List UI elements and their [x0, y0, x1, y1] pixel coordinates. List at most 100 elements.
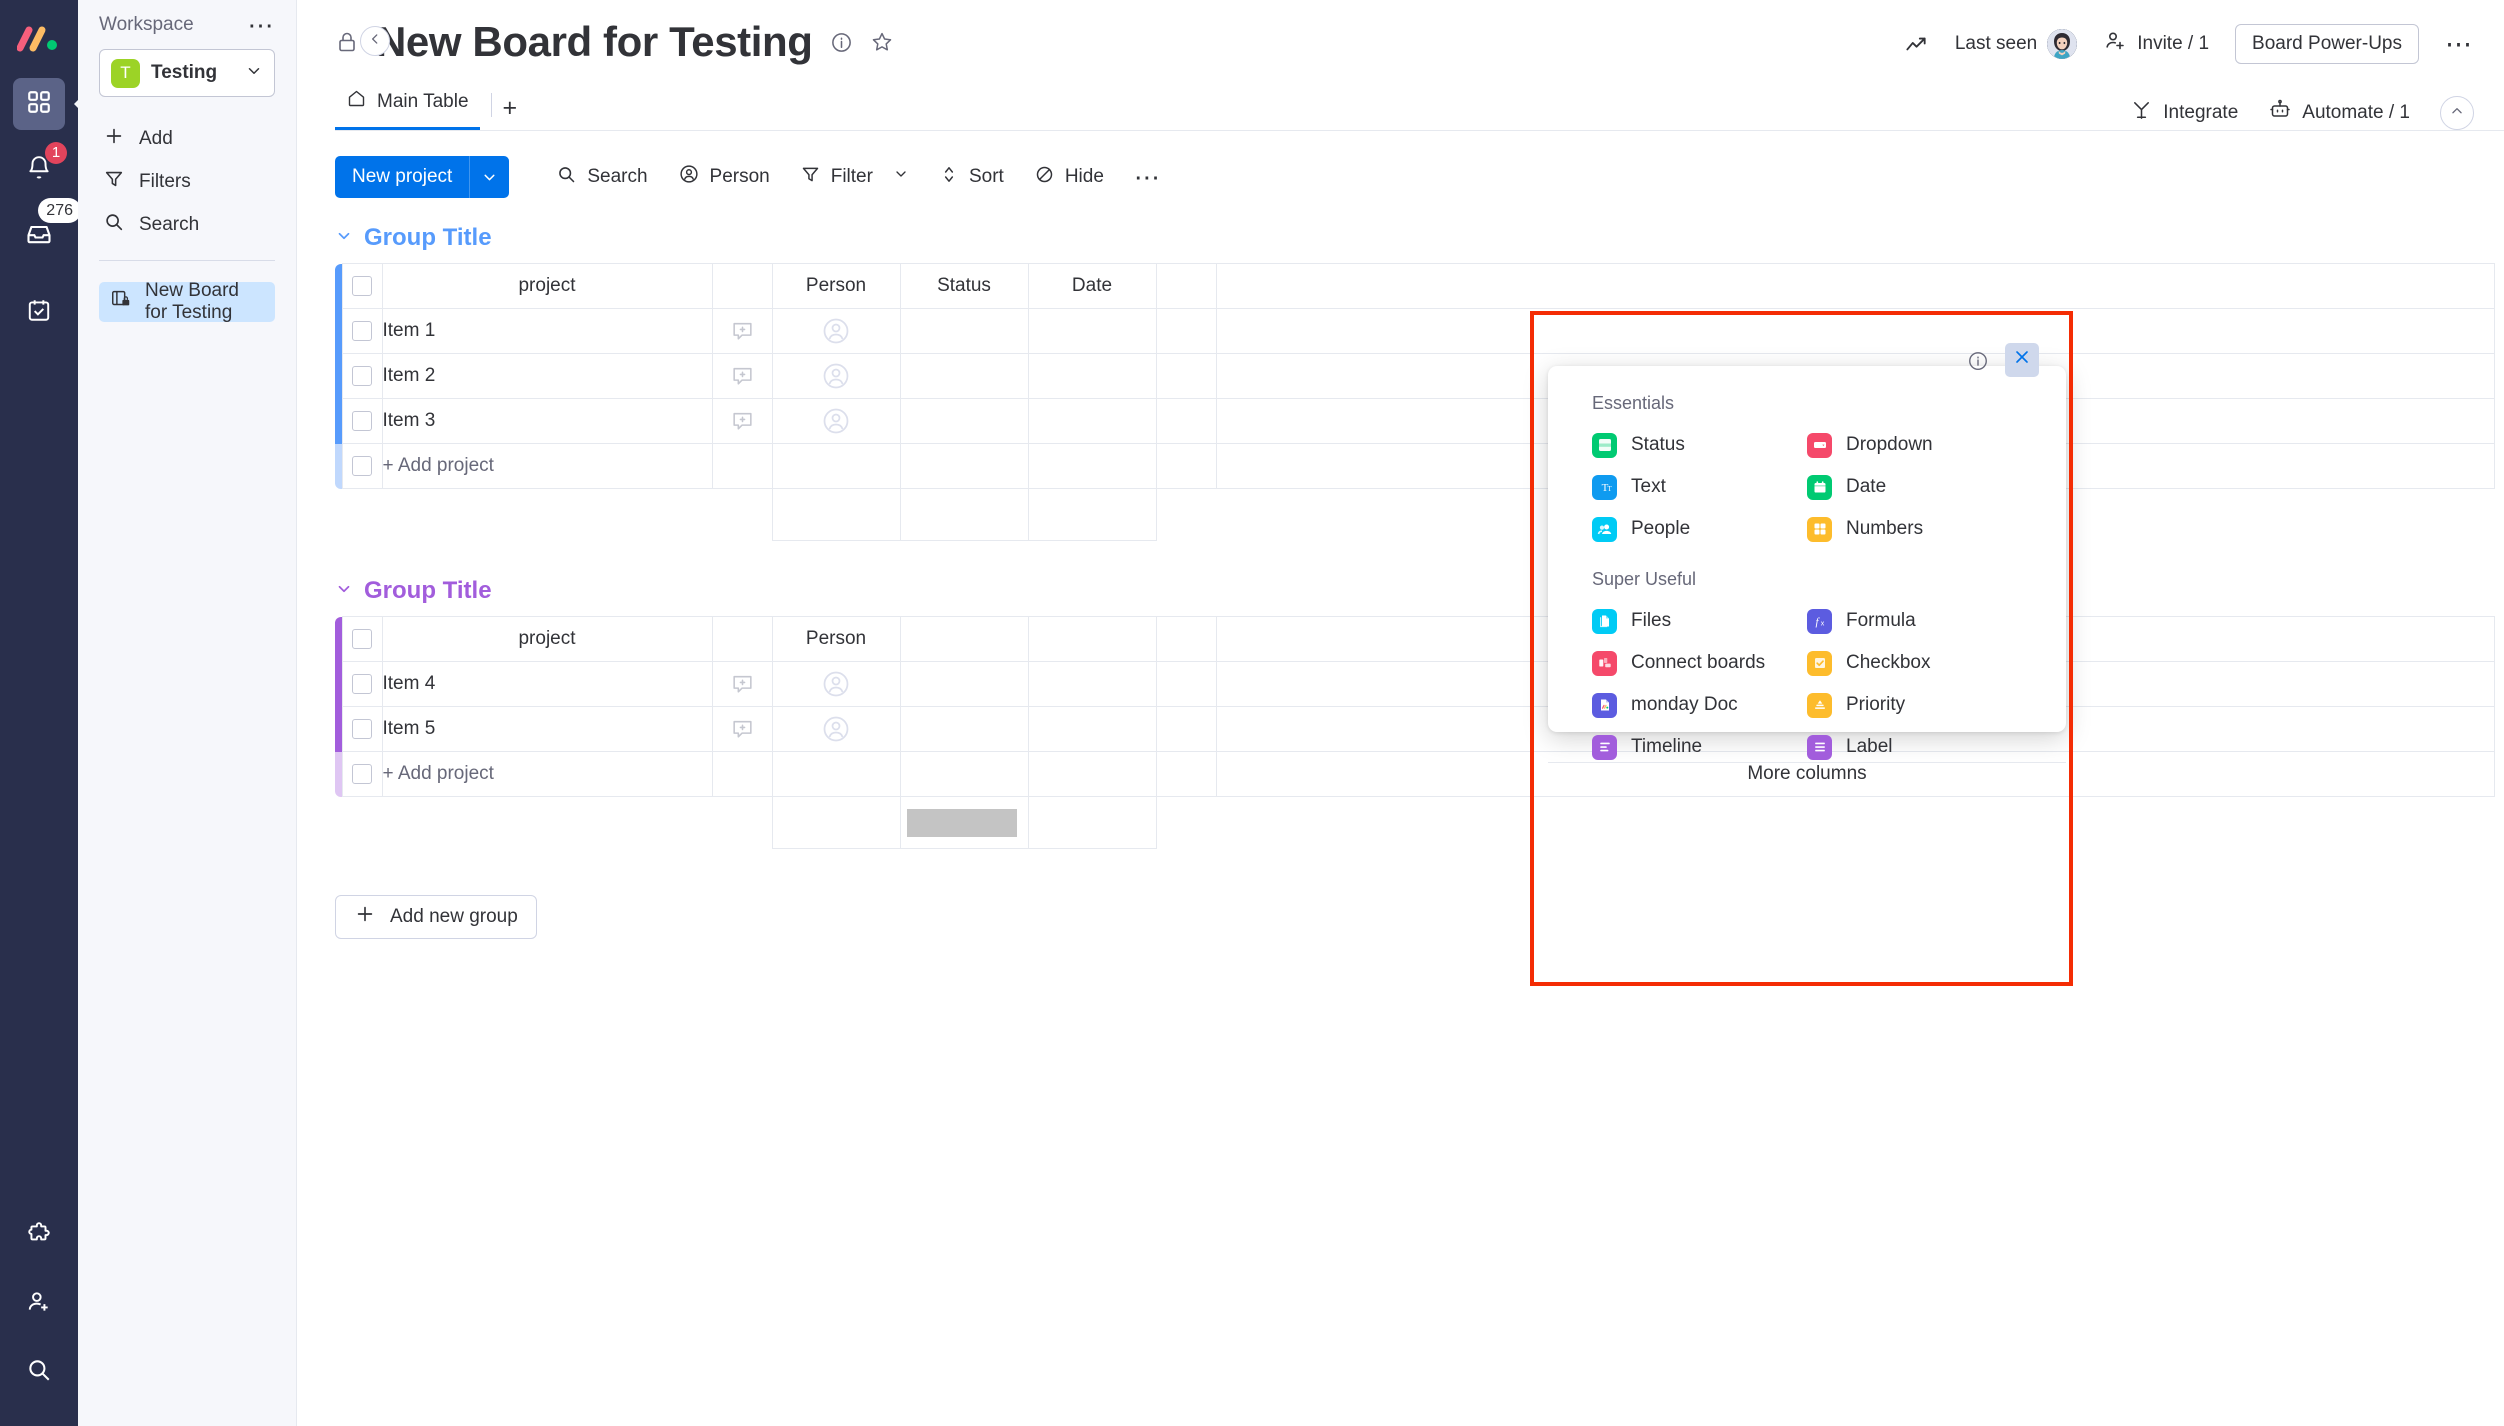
- sidebar-item-add[interactable]: Add: [99, 120, 275, 157]
- toolbar-person-button[interactable]: Person: [665, 158, 783, 196]
- column-type-dropdown[interactable]: Dropdown: [1807, 430, 2022, 460]
- person-placeholder-icon[interactable]: [773, 355, 900, 398]
- rail-item-apps-grid[interactable]: [13, 78, 65, 130]
- add-project-button[interactable]: + Add project: [381, 751, 713, 797]
- column-type-status[interactable]: Status: [1592, 430, 1807, 460]
- person-cell[interactable]: [771, 706, 901, 752]
- rail-item-notifications[interactable]: 1: [13, 142, 67, 196]
- add-column-button[interactable]: [1155, 616, 1217, 662]
- rail-item-search[interactable]: [13, 1346, 65, 1398]
- date-cell[interactable]: [1027, 353, 1157, 399]
- row-checkbox[interactable]: [352, 764, 372, 784]
- new-project-button[interactable]: New project: [335, 156, 510, 198]
- person-placeholder-icon[interactable]: [773, 310, 900, 353]
- chevron-down-icon[interactable]: [893, 166, 909, 188]
- column-type-connect-boards[interactable]: Connect boards: [1592, 648, 1807, 678]
- item-name[interactable]: Item 2: [381, 353, 713, 399]
- select-all-checkbox[interactable]: [352, 629, 372, 649]
- item-name[interactable]: Item 5: [381, 706, 713, 752]
- more-dots-icon[interactable]: ⋯: [2445, 31, 2474, 58]
- column-type-numbers[interactable]: Numbers: [1807, 514, 2022, 544]
- info-circle-icon[interactable]: [1967, 350, 1989, 377]
- add-row[interactable]: + Add project: [335, 751, 2495, 797]
- select-all-cell[interactable]: [341, 263, 383, 309]
- status-cell[interactable]: [899, 353, 1029, 399]
- column-type-label[interactable]: Label: [1807, 732, 2022, 762]
- sidebar-collapse-button[interactable]: [360, 26, 390, 56]
- toolbar-hide-button[interactable]: Hide: [1021, 158, 1117, 196]
- more-columns-button[interactable]: More columns: [1747, 763, 1866, 785]
- add-update-icon[interactable]: [713, 663, 772, 706]
- row-checkbox[interactable]: [352, 366, 372, 386]
- chevron-down-icon[interactable]: [335, 227, 353, 250]
- column-header-project[interactable]: project: [381, 616, 713, 662]
- group-title[interactable]: Group Title: [364, 224, 492, 252]
- info-circle-icon[interactable]: [830, 31, 853, 54]
- row-select-cell[interactable]: [341, 661, 383, 707]
- updates-cell[interactable]: [711, 661, 773, 707]
- more-dots-icon[interactable]: ⋯: [248, 12, 276, 38]
- row-checkbox[interactable]: [352, 719, 372, 739]
- row-select-cell[interactable]: [341, 353, 383, 399]
- person-cell[interactable]: [771, 398, 901, 444]
- column-header-person[interactable]: Person: [771, 263, 901, 309]
- board-power-ups-button[interactable]: Board Power-Ups: [2235, 24, 2419, 64]
- add-update-icon[interactable]: [713, 400, 772, 443]
- column-header-project[interactable]: project: [381, 263, 713, 309]
- last-seen-indicator[interactable]: Last seen: [1955, 29, 2078, 59]
- chevron-down-icon[interactable]: [335, 580, 353, 603]
- add-update-icon[interactable]: [713, 310, 772, 353]
- date-cell[interactable]: [1027, 706, 1157, 752]
- date-cell[interactable]: [1027, 661, 1157, 707]
- updates-cell[interactable]: [711, 706, 773, 752]
- row-checkbox[interactable]: [352, 411, 372, 431]
- integrate-button[interactable]: Integrate: [2130, 99, 2238, 128]
- date-cell[interactable]: [1027, 308, 1157, 354]
- status-cell[interactable]: [899, 706, 1029, 752]
- row-select-cell[interactable]: [341, 398, 383, 444]
- add-row[interactable]: + Add project: [335, 443, 2495, 489]
- close-column-popup-button[interactable]: [2005, 343, 2039, 377]
- column-type-checkbox[interactable]: Checkbox: [1807, 648, 2022, 678]
- column-header-status[interactable]: Status: [899, 263, 1029, 309]
- rail-item-apps[interactable]: [13, 1210, 65, 1262]
- column-header-status[interactable]: [899, 616, 1029, 662]
- row-select-cell[interactable]: [341, 706, 383, 752]
- item-name[interactable]: Item 4: [381, 661, 713, 707]
- table-row[interactable]: Item 3: [335, 398, 2495, 444]
- star-icon[interactable]: [870, 30, 894, 54]
- row-select-cell[interactable]: [341, 308, 383, 354]
- column-header-date[interactable]: Date: [1027, 263, 1157, 309]
- chevron-down-icon[interactable]: [469, 156, 509, 198]
- toolbar-more-dots-icon[interactable]: ⋯: [1121, 164, 1175, 190]
- updates-cell[interactable]: [711, 308, 773, 354]
- column-type-date[interactable]: Date: [1807, 472, 2022, 502]
- add-update-icon[interactable]: [713, 355, 772, 398]
- column-type-formula[interactable]: fx Formula: [1807, 606, 2022, 636]
- row-checkbox[interactable]: [352, 674, 372, 694]
- activity-trend-icon[interactable]: [1903, 31, 1929, 57]
- tab-main-table[interactable]: Main Table: [335, 88, 480, 131]
- sidebar-item-new-board-for-testing[interactable]: New Board for Testing: [99, 280, 275, 323]
- column-type-monday-doc[interactable]: monday Doc: [1592, 690, 1807, 720]
- column-type-timeline[interactable]: Timeline: [1592, 732, 1807, 762]
- automate-button[interactable]: Automate / 1: [2268, 98, 2410, 128]
- table-row[interactable]: Item 2: [335, 353, 2495, 399]
- add-project-button[interactable]: + Add project: [381, 443, 713, 489]
- column-type-priority[interactable]: Priority: [1807, 690, 2022, 720]
- collapse-header-button[interactable]: [2440, 96, 2474, 130]
- table-row[interactable]: Item 5: [335, 706, 2495, 752]
- column-header-date[interactable]: [1027, 616, 1157, 662]
- rail-item-my-work[interactable]: [13, 286, 65, 338]
- status-cell[interactable]: [899, 308, 1029, 354]
- table-row[interactable]: Item 1: [335, 308, 2495, 354]
- item-name[interactable]: Item 1: [381, 308, 713, 354]
- rail-item-inbox[interactable]: 276: [13, 198, 81, 262]
- avatar[interactable]: [2047, 29, 2078, 59]
- status-cell[interactable]: [899, 661, 1029, 707]
- toolbar-filter-button[interactable]: Filter: [787, 158, 922, 196]
- toolbar-search-button[interactable]: Search: [543, 158, 660, 196]
- status-cell[interactable]: [899, 398, 1029, 444]
- add-update-icon[interactable]: [713, 708, 772, 751]
- column-type-text[interactable]: TT Text: [1592, 472, 1807, 502]
